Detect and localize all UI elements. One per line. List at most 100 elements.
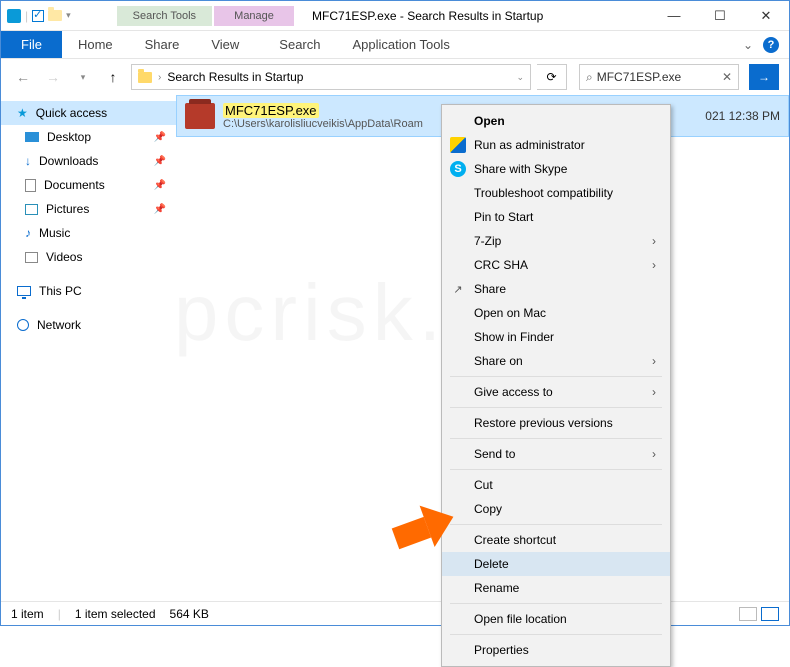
location-icon (138, 72, 152, 83)
qat-toggle-icon[interactable] (32, 10, 44, 22)
search-box[interactable]: ⌕ MFC71ESP.exe ✕ (579, 64, 739, 90)
tab-view[interactable]: View (195, 31, 255, 58)
separator (450, 469, 662, 470)
file-menu[interactable]: File (1, 31, 62, 58)
submenu-arrow-icon: › (652, 234, 656, 248)
view-details-button[interactable] (739, 607, 757, 621)
pin-icon: 📌 (154, 204, 166, 215)
address-dropdown-icon[interactable]: ⌄ (516, 72, 524, 83)
recent-dropdown-icon[interactable]: ▾ (71, 65, 95, 89)
folder-icon[interactable] (48, 10, 62, 21)
titlebar: | ▾ Search Tools Manage MFC71ESP.exe - S… (1, 1, 789, 31)
submenu-arrow-icon: › (652, 258, 656, 272)
ctx-rename[interactable]: Rename (442, 576, 670, 600)
context-tab-search-tools[interactable]: Search Tools (117, 6, 212, 26)
sidebar-label: Quick access (36, 106, 107, 120)
sidebar-label: Pictures (46, 202, 89, 216)
address-text[interactable]: Search Results in Startup (167, 70, 510, 84)
separator (450, 603, 662, 604)
separator (450, 524, 662, 525)
ctx-label: Share with Skype (474, 162, 567, 176)
ctx-7zip[interactable]: 7-Zip › (442, 229, 670, 253)
ctx-show-finder[interactable]: Show in Finder (442, 325, 670, 349)
ctx-label: CRC SHA (474, 258, 528, 272)
sidebar-music[interactable]: ♪ Music (1, 221, 176, 245)
qat-dropdown-icon[interactable]: ▾ (66, 10, 71, 21)
pin-icon: 📌 (154, 156, 166, 167)
ctx-create-shortcut[interactable]: Create shortcut (442, 528, 670, 552)
network-icon (17, 319, 29, 331)
pc-icon (17, 286, 31, 296)
address-bar[interactable]: › Search Results in Startup ⌄ (131, 64, 531, 90)
sidebar-this-pc[interactable]: This PC (1, 279, 176, 303)
ctx-crc-sha[interactable]: CRC SHA › (442, 253, 670, 277)
ctx-open-location[interactable]: Open file location (442, 607, 670, 631)
tab-home[interactable]: Home (62, 31, 129, 58)
sidebar-quick-access[interactable]: ★ Quick access (1, 101, 176, 125)
download-icon: ↓ (25, 154, 31, 168)
ctx-run-admin[interactable]: Run as administrator (442, 133, 670, 157)
search-go-button[interactable]: → (749, 64, 779, 90)
result-date: 021 12:38 PM (705, 109, 780, 123)
ctx-copy[interactable]: Copy (442, 497, 670, 521)
document-icon (25, 179, 36, 192)
help-icon[interactable]: ? (763, 37, 779, 53)
ctx-delete[interactable]: Delete (442, 552, 670, 576)
ctx-open-mac[interactable]: Open on Mac (442, 301, 670, 325)
pin-icon: 📌 (154, 180, 166, 191)
ctx-label: Share (474, 282, 506, 296)
context-tab-manage[interactable]: Manage (214, 6, 294, 26)
tab-search[interactable]: Search (263, 31, 336, 58)
close-button[interactable]: ✕ (743, 1, 789, 31)
ctx-troubleshoot[interactable]: Troubleshoot compatibility (442, 181, 670, 205)
sidebar-network[interactable]: Network (1, 313, 176, 337)
ctx-properties[interactable]: Properties (442, 638, 670, 662)
shield-icon (450, 137, 466, 153)
search-input[interactable]: MFC71ESP.exe (597, 70, 718, 84)
navigation-bar: ← → ▾ ↑ › Search Results in Startup ⌄ ⟳ … (1, 59, 789, 95)
tab-share[interactable]: Share (129, 31, 196, 58)
ctx-restore-versions[interactable]: Restore previous versions (442, 411, 670, 435)
quick-access-toolbar: | ▾ (1, 9, 77, 23)
refresh-button[interactable]: ⟳ (537, 64, 567, 90)
separator (450, 376, 662, 377)
result-filename: MFC71ESP.exe (223, 103, 319, 118)
sidebar-documents[interactable]: Documents 📌 (1, 173, 176, 197)
ctx-share[interactable]: ↗ Share (442, 277, 670, 301)
clear-search-button[interactable]: ✕ (722, 70, 732, 84)
window-title: MFC71ESP.exe - Search Results in Startup (294, 9, 651, 23)
ctx-share-skype[interactable]: S Share with Skype (442, 157, 670, 181)
tab-app-tools[interactable]: Application Tools (337, 31, 466, 58)
ctx-label: Give access to (474, 385, 553, 399)
view-large-button[interactable] (761, 607, 779, 621)
separator (450, 634, 662, 635)
ctx-share-on[interactable]: Share on › (442, 349, 670, 373)
desktop-icon (25, 132, 39, 142)
sidebar-label: Desktop (47, 130, 91, 144)
sidebar-downloads[interactable]: ↓ Downloads 📌 (1, 149, 176, 173)
submenu-arrow-icon: › (652, 385, 656, 399)
search-icon: ⌕ (586, 70, 593, 85)
ctx-label: Share on (474, 354, 523, 368)
ctx-open[interactable]: Open (442, 109, 670, 133)
ctx-give-access[interactable]: Give access to › (442, 380, 670, 404)
chevron-right-icon[interactable]: › (158, 72, 161, 83)
ribbon-expand-icon[interactable]: ⌄ (743, 38, 753, 52)
ctx-cut[interactable]: Cut (442, 473, 670, 497)
status-size: 564 KB (170, 607, 209, 621)
ctx-send-to[interactable]: Send to › (442, 442, 670, 466)
divider: | (58, 607, 61, 621)
pin-icon: 📌 (154, 132, 166, 143)
ctx-label: Send to (474, 447, 515, 461)
back-button[interactable]: ← (11, 65, 35, 89)
sidebar-videos[interactable]: Videos (1, 245, 176, 269)
maximize-button[interactable]: ☐ (697, 1, 743, 31)
context-menu: Open Run as administrator S Share with S… (441, 104, 671, 667)
sidebar-pictures[interactable]: Pictures 📌 (1, 197, 176, 221)
sidebar-label: This PC (39, 284, 82, 298)
up-button[interactable]: ↑ (101, 65, 125, 89)
minimize-button[interactable]: — (651, 1, 697, 31)
app-icon (7, 9, 21, 23)
ctx-pin-start[interactable]: Pin to Start (442, 205, 670, 229)
sidebar-desktop[interactable]: Desktop 📌 (1, 125, 176, 149)
